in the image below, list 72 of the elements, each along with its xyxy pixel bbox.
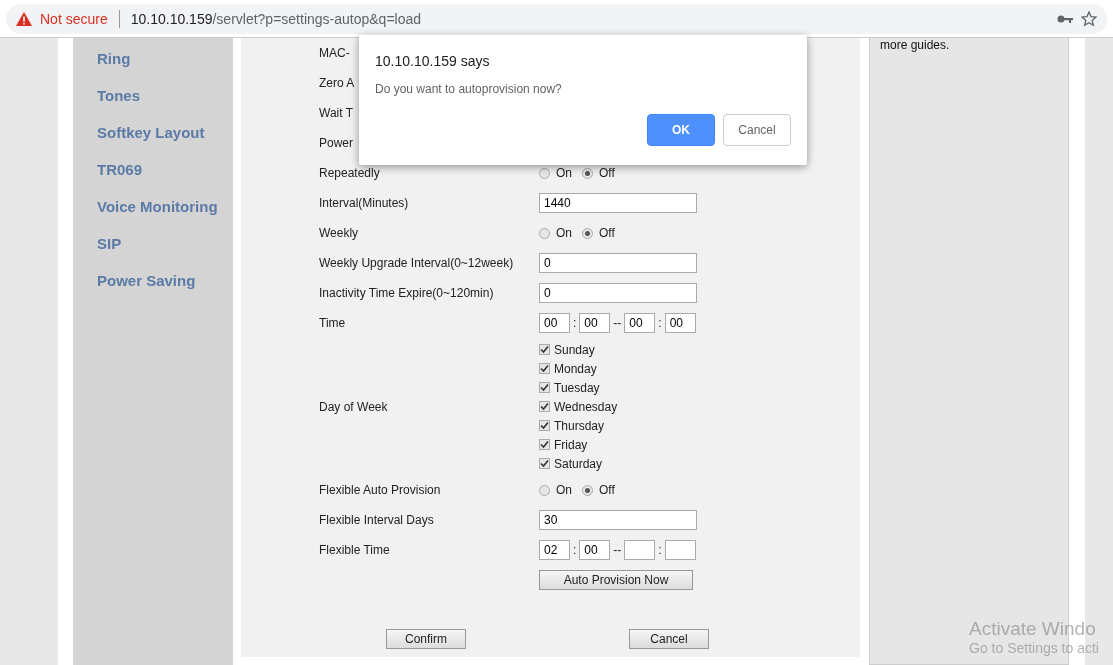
time-separator: -- <box>613 543 622 557</box>
checkbox[interactable] <box>539 382 550 393</box>
field-label: Flexible Time <box>319 543 390 557</box>
radio-label: On <box>556 166 572 180</box>
radio-button[interactable] <box>539 484 550 496</box>
watermark-text: Go to Settings to acti <box>969 640 1099 656</box>
input-field[interactable]: 30 <box>539 510 697 530</box>
radio-button[interactable] <box>582 227 593 239</box>
field-label: Interval(Minutes) <box>319 196 409 210</box>
checkbox[interactable] <box>539 363 550 374</box>
field-label: Zero A <box>319 76 355 90</box>
time-separator: : <box>658 316 662 330</box>
watermark-text: Activate Windo <box>969 618 1097 640</box>
checkbox-label: Saturday <box>554 456 603 471</box>
field-label: Day of Week <box>319 399 388 414</box>
checkbox-label: Thursday <box>554 418 605 433</box>
time-field[interactable] <box>664 540 696 560</box>
checkbox[interactable] <box>539 344 550 355</box>
input-field[interactable]: 0 <box>539 253 697 273</box>
field-label: Flexible Interval Days <box>319 513 434 527</box>
url-text[interactable]: 10.10.10.159/servlet?p=settings-autop&q=load <box>130 10 422 27</box>
field-label: Power <box>319 136 353 150</box>
radio-button[interactable] <box>582 484 593 496</box>
radio-button[interactable] <box>539 167 550 179</box>
radio-label: On <box>556 483 572 497</box>
time-field[interactable]: 00 <box>624 313 656 333</box>
time-separator: : <box>573 543 577 557</box>
checkbox[interactable] <box>539 420 550 431</box>
radio-label: Off <box>599 166 615 180</box>
key-icon[interactable] <box>1057 13 1073 24</box>
checkbox[interactable] <box>539 401 550 412</box>
radio-label: Off <box>599 483 615 497</box>
time-separator: : <box>573 316 577 330</box>
time-separator: -- <box>613 316 622 330</box>
field-label: Inactivity Time Expire(0~120min) <box>319 286 494 300</box>
time-field[interactable]: 00 <box>579 540 611 560</box>
checkbox-label: Wednesday <box>554 399 618 414</box>
form-button[interactable]: Cancel <box>629 629 709 649</box>
warning-icon <box>16 11 32 26</box>
checkbox-label: Friday <box>554 437 588 452</box>
radio-label: On <box>556 226 572 240</box>
star-icon[interactable] <box>1081 10 1097 27</box>
time-field[interactable]: 00 <box>539 313 570 333</box>
input-field[interactable]: 0 <box>539 283 697 303</box>
field-label: Flexible Auto Provision <box>319 483 441 497</box>
field-label: MAC- <box>319 46 350 60</box>
checkbox-label: Sunday <box>554 342 595 357</box>
radio-label: Off <box>599 226 615 240</box>
field-label: Weekly <box>319 226 359 240</box>
dialog-message: Do you want to autoprovision now? <box>375 82 563 96</box>
checkbox[interactable] <box>539 458 550 469</box>
security-status: Not secure <box>40 10 108 27</box>
field-label: Wait T <box>319 106 353 120</box>
auto-provision-button[interactable]: Auto Provision Now <box>539 570 693 590</box>
help-text: more guides. <box>880 38 951 52</box>
dialog-button[interactable]: Cancel <box>723 114 791 146</box>
checkbox[interactable] <box>539 439 550 450</box>
time-field[interactable] <box>624 540 656 560</box>
time-field[interactable]: 00 <box>579 313 611 333</box>
field-label: Weekly Upgrade Interval(0~12week) <box>319 256 514 270</box>
field-label: Time <box>319 316 346 330</box>
form-button[interactable]: Confirm <box>386 629 466 649</box>
time-separator: : <box>658 543 662 557</box>
checkbox-label: Monday <box>554 361 597 376</box>
field-label: Repeatedly <box>319 166 380 180</box>
radio-button[interactable] <box>582 167 593 179</box>
radio-button[interactable] <box>539 227 550 239</box>
time-field[interactable]: 00 <box>664 313 696 333</box>
time-field[interactable]: 02 <box>539 540 570 560</box>
dialog-title: 10.10.10.159 says <box>375 53 491 69</box>
input-field[interactable]: 1440 <box>539 193 697 213</box>
checkbox-label: Tuesday <box>554 380 600 395</box>
